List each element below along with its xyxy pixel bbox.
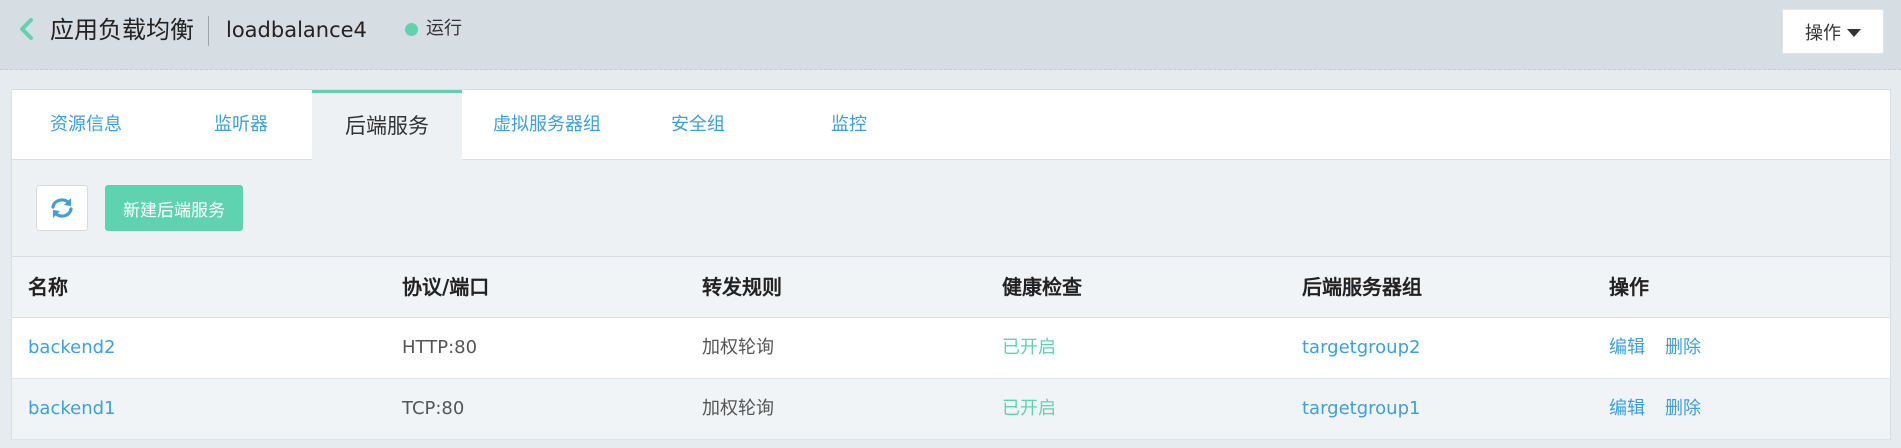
column-header-health: 健康检查 — [1002, 275, 1082, 299]
row-protocol: TCP:80 — [402, 398, 465, 419]
row-rule: 加权轮询 — [702, 398, 774, 419]
tab-resource-info[interactable]: 资源信息 — [12, 90, 160, 160]
table-row: backend2 HTTP:80 加权轮询 已开启 targetgroup2 编… — [12, 318, 1890, 379]
row-health-status: 已开启 — [1002, 337, 1056, 358]
row-group-link[interactable]: targetgroup2 — [1302, 318, 1420, 378]
tab-listeners[interactable]: 监听器 — [160, 90, 322, 160]
title-divider — [208, 16, 209, 46]
table-row: backend1 TCP:80 加权轮询 已开启 targetgroup1 编辑… — [12, 379, 1890, 440]
backend-services-table: 名称 协议/端口 转发规则 健康检查 后端服务器组 操作 backend2 HT… — [12, 256, 1890, 440]
column-header-protocol: 协议/端口 — [402, 275, 490, 299]
column-header-actions: 操作 — [1609, 275, 1649, 299]
toolbar: 新建后端服务 — [12, 161, 1890, 256]
tab-monitoring[interactable]: 监控 — [774, 90, 924, 160]
caret-down-icon — [1847, 28, 1861, 37]
row-group-link[interactable]: targetgroup1 — [1302, 379, 1420, 439]
new-backend-service-button[interactable]: 新建后端服务 — [105, 185, 243, 231]
page-title: 应用负载均衡 — [50, 16, 194, 44]
row-edit-link[interactable]: 编辑 — [1609, 379, 1645, 439]
refresh-icon — [51, 198, 73, 218]
column-header-rule: 转发规则 — [702, 275, 782, 299]
ops-dropdown-button[interactable]: 操作 — [1782, 9, 1884, 54]
refresh-button[interactable] — [36, 185, 88, 231]
tab-bar: 资源信息 监听器 后端服务 虚拟服务器组 安全组 监控 — [12, 90, 1890, 161]
row-name-link[interactable]: backend2 — [28, 318, 116, 378]
column-header-name: 名称 — [28, 275, 68, 299]
table-header: 名称 协议/端口 转发规则 健康检查 后端服务器组 操作 — [12, 256, 1890, 318]
tab-virtual-server-groups[interactable]: 虚拟服务器组 — [472, 90, 622, 160]
row-protocol: HTTP:80 — [402, 337, 478, 358]
page-header: 应用负载均衡 loadbalance4 运行 操作 — [0, 0, 1901, 70]
detail-panel: 资源信息 监听器 后端服务 虚拟服务器组 安全组 监控 新建后端服务 名称 协议… — [11, 89, 1891, 440]
row-delete-link[interactable]: 删除 — [1665, 379, 1701, 439]
tab-backend-services[interactable]: 后端服务 — [312, 90, 462, 161]
tab-security-groups[interactable]: 安全组 — [622, 90, 774, 160]
status-text: 运行 — [426, 18, 462, 39]
row-health-status: 已开启 — [1002, 398, 1056, 419]
instance-name: loadbalance4 — [226, 18, 367, 42]
row-rule: 加权轮询 — [702, 337, 774, 358]
status-dot-icon — [405, 23, 418, 36]
row-name-link[interactable]: backend1 — [28, 379, 116, 439]
row-delete-link[interactable]: 删除 — [1665, 318, 1701, 378]
column-header-group: 后端服务器组 — [1302, 275, 1422, 299]
row-edit-link[interactable]: 编辑 — [1609, 318, 1645, 378]
back-arrow-icon[interactable] — [16, 16, 38, 42]
ops-label: 操作 — [1805, 22, 1841, 44]
